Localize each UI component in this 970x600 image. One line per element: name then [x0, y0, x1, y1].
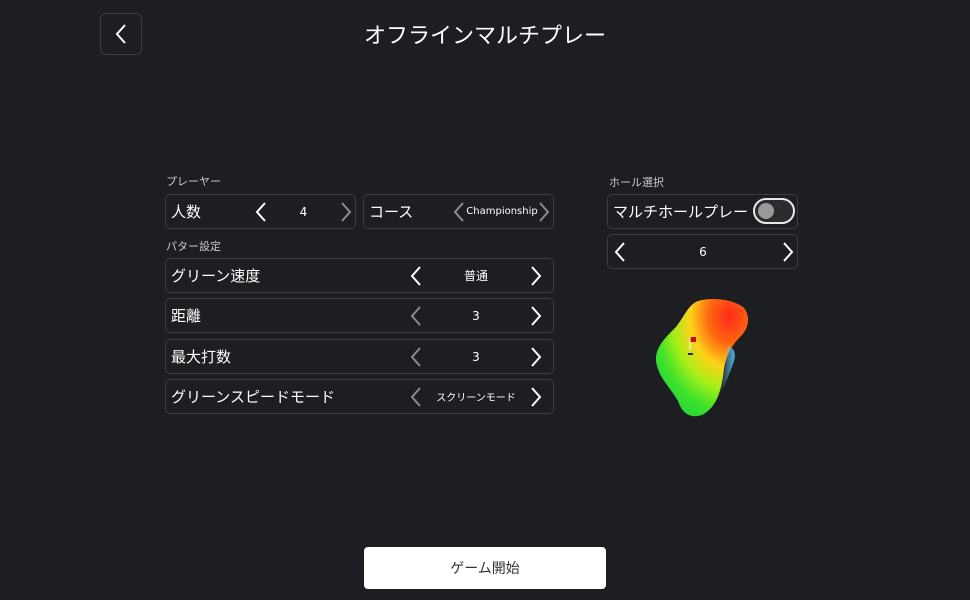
green-speed-mode-value: スクリーンモード — [436, 393, 516, 404]
multi-hole-row: マルチホールプレー — [607, 194, 798, 229]
max-strokes-row: 最大打数 3 — [165, 339, 554, 374]
toggle-knob — [758, 203, 774, 219]
max-strokes-decrement[interactable] — [406, 340, 426, 373]
green-speed-row: グリーン速度 普通 — [165, 258, 554, 293]
chevron-left-icon — [410, 265, 421, 286]
max-strokes-increment[interactable] — [526, 340, 546, 373]
distance-row: 距離 3 — [165, 298, 554, 333]
course-value: Championship — [466, 206, 538, 217]
player-count-value: 4 — [299, 204, 308, 219]
player-count-row: 人数 4 — [165, 194, 356, 229]
course-row: コース Championship — [363, 194, 554, 229]
chevron-right-icon — [783, 241, 794, 262]
hole-number-increment[interactable] — [778, 235, 798, 268]
green-speed-mode-increment[interactable] — [526, 380, 546, 413]
multi-hole-toggle[interactable] — [753, 198, 795, 224]
player-count-label: 人数 — [171, 203, 202, 221]
hole-number-decrement[interactable] — [610, 235, 630, 268]
chevron-left-icon — [410, 305, 421, 326]
chevron-left-icon — [614, 241, 625, 262]
green-speed-label: グリーン速度 — [171, 267, 261, 285]
distance-value: 3 — [472, 308, 480, 323]
page-title: オフラインマルチプレー — [363, 24, 606, 49]
player-count-decrement[interactable] — [251, 195, 271, 228]
chevron-right-icon — [341, 201, 352, 222]
player-count-increment[interactable] — [336, 195, 356, 228]
course-increment[interactable] — [534, 195, 554, 228]
distance-decrement[interactable] — [406, 299, 426, 332]
max-strokes-label: 最大打数 — [171, 348, 232, 366]
player-section-label: プレーヤー — [166, 175, 221, 188]
green-speed-decrement[interactable] — [406, 259, 426, 292]
putter-section-label: パター設定 — [166, 240, 221, 253]
chevron-left-icon — [410, 346, 421, 367]
distance-increment[interactable] — [526, 299, 546, 332]
green-speed-mode-label: グリーンスピードモード — [171, 388, 335, 406]
hole-number-value: 6 — [699, 244, 707, 259]
green-speed-increment[interactable] — [526, 259, 546, 292]
chevron-left-icon — [255, 201, 266, 222]
green-map — [655, 299, 749, 417]
hole-number-row: 6 — [607, 234, 798, 269]
chevron-left-icon — [410, 386, 421, 407]
chevron-right-icon — [531, 305, 542, 326]
chevron-left-icon — [453, 201, 464, 222]
green-speed-mode-decrement[interactable] — [406, 380, 426, 413]
course-label: コース — [369, 203, 414, 221]
max-strokes-value: 3 — [472, 349, 480, 364]
chevron-right-icon — [531, 346, 542, 367]
chevron-right-icon — [531, 386, 542, 407]
start-game-button[interactable]: ゲーム開始 — [364, 547, 606, 589]
green-speed-mode-row: グリーンスピードモード スクリーンモード — [165, 379, 554, 414]
green-speed-value: 普通 — [463, 269, 488, 283]
multi-hole-label: マルチホールプレー — [613, 203, 749, 221]
chevron-right-icon — [539, 201, 550, 222]
chevron-right-icon — [531, 265, 542, 286]
hole-section-label: ホール選択 — [609, 176, 664, 189]
distance-label: 距離 — [171, 307, 202, 325]
